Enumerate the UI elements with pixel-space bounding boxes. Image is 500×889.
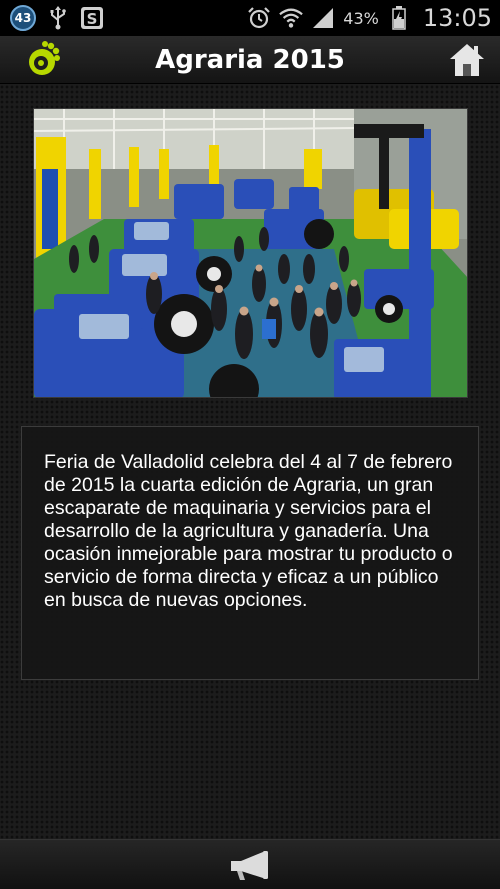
clock: 13:05 (422, 4, 492, 32)
event-description: Feria de Valladolid celebra del 4 al 7 d… (44, 451, 453, 611)
tractor-exhibition-photo (33, 108, 468, 398)
megaphone-icon[interactable] (229, 851, 271, 881)
battery-icon (387, 6, 411, 30)
home-icon[interactable] (448, 42, 486, 78)
page-title: Agraria 2015 (155, 45, 345, 75)
wifi-icon (279, 6, 304, 30)
usb-icon (46, 6, 70, 30)
bottom-bar (0, 839, 500, 889)
description-card: Feria de Valladolid celebra del 4 al 7 d… (21, 426, 479, 680)
s-app-icon: S (80, 6, 104, 30)
action-bar: Agraria 2015 (0, 36, 500, 84)
status-bar: 43 S 43% 13:05 (0, 0, 500, 36)
alarm-icon (247, 6, 271, 30)
notification-count-icon: 43 (10, 5, 36, 31)
signal-icon (311, 6, 335, 30)
svg-text:S: S (87, 10, 98, 28)
battery-percent: 43% (343, 8, 379, 28)
